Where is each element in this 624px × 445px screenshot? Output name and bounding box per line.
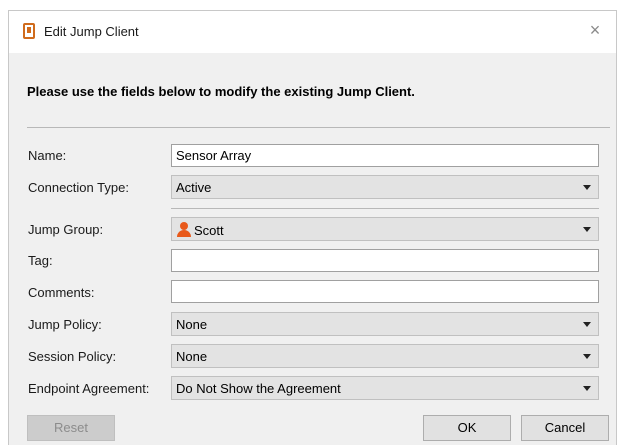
jump-group-select[interactable]: Scott	[171, 217, 599, 241]
connection-type-select[interactable]: Active	[171, 175, 599, 199]
endpoint-agreement-label: Endpoint Agreement:	[28, 381, 150, 396]
chevron-down-icon	[583, 386, 591, 391]
session-policy-select[interactable]: None	[171, 344, 599, 368]
endpoint-agreement-value: Do Not Show the Agreement	[176, 381, 341, 396]
close-icon[interactable]: ×	[584, 19, 606, 41]
jump-policy-value: None	[176, 317, 208, 332]
edit-jump-client-dialog: Edit Jump Client × Please use the fields…	[8, 10, 617, 445]
jump-group-label: Jump Group:	[28, 222, 104, 237]
divider	[27, 127, 610, 128]
connection-type-label: Connection Type:	[28, 180, 129, 195]
instructions-text: Please use the fields below to modify th…	[27, 84, 415, 99]
window-title: Edit Jump Client	[44, 24, 139, 39]
chevron-down-icon	[583, 227, 591, 232]
connection-type-value: Active	[176, 180, 212, 195]
title-bar: Edit Jump Client ×	[9, 11, 616, 53]
comments-field[interactable]	[171, 280, 599, 303]
reset-button[interactable]: Reset	[27, 415, 115, 441]
tag-field[interactable]	[171, 249, 599, 272]
ok-button[interactable]: OK	[423, 415, 511, 441]
chevron-down-icon	[583, 185, 591, 190]
person-icon	[176, 222, 192, 238]
session-policy-label: Session Policy:	[28, 349, 117, 364]
section-divider	[171, 208, 599, 209]
cancel-button[interactable]: Cancel	[521, 415, 609, 441]
app-icon	[23, 23, 35, 39]
jump-policy-label: Jump Policy:	[28, 317, 102, 332]
name-label: Name:	[28, 148, 67, 163]
jump-policy-select[interactable]: None	[171, 312, 599, 336]
comments-label: Comments:	[28, 285, 95, 300]
name-field[interactable]	[171, 144, 599, 167]
tag-label: Tag:	[28, 253, 53, 268]
chevron-down-icon	[583, 354, 591, 359]
jump-group-value: Scott	[194, 223, 224, 238]
chevron-down-icon	[583, 322, 591, 327]
session-policy-value: None	[176, 349, 208, 364]
endpoint-agreement-select[interactable]: Do Not Show the Agreement	[171, 376, 599, 400]
